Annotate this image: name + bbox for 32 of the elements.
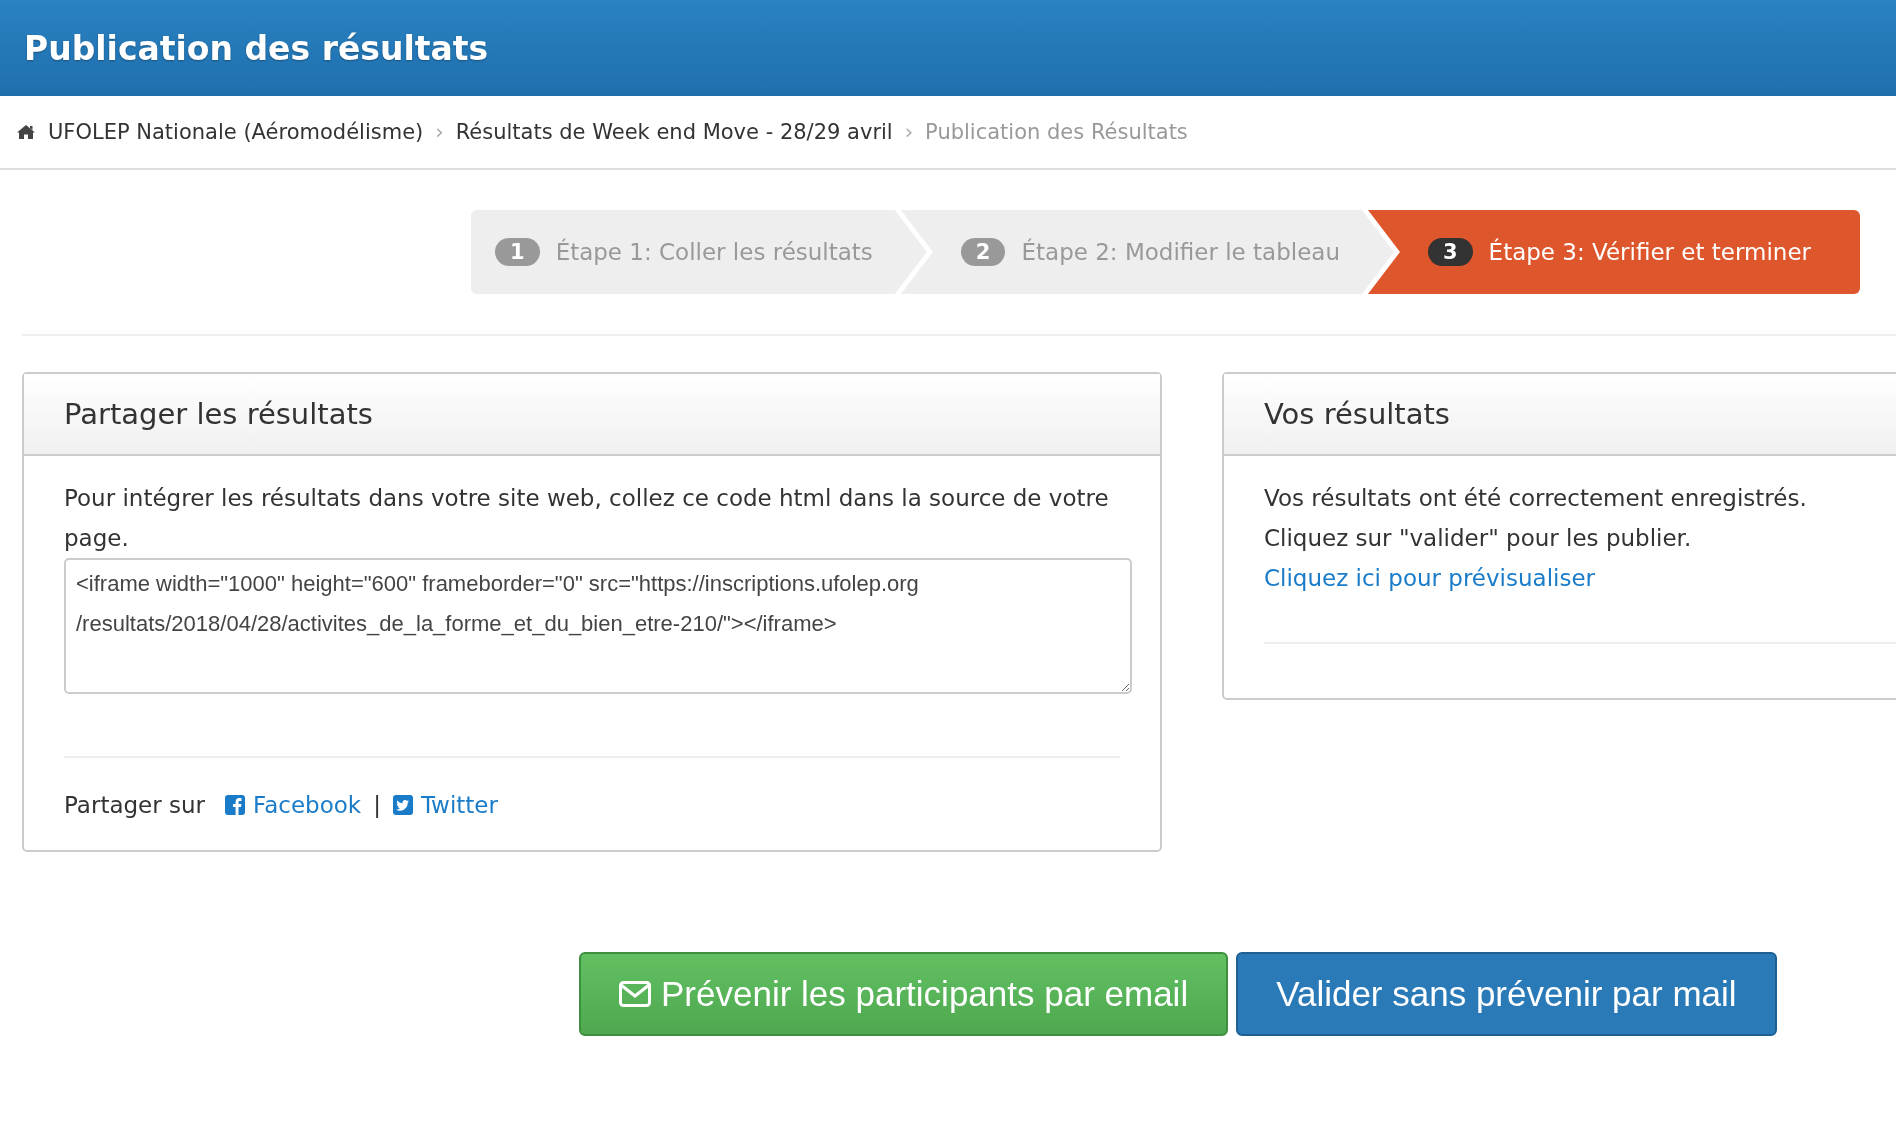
notify-button[interactable]: Prévenir les participants par email — [579, 952, 1229, 1036]
link-separator: | — [373, 792, 381, 818]
breadcrumb-item: Publication des Résultats — [925, 120, 1188, 144]
panel-title: Vos résultats — [1264, 397, 1450, 431]
step-number: 2 — [960, 238, 1006, 266]
step-label: Étape 3: Vérifier et terminer — [1488, 239, 1812, 265]
step-number: 1 — [495, 238, 540, 266]
share-link[interactable]: Facebook — [253, 792, 362, 818]
page-title: Publication des résultats — [24, 28, 489, 68]
status-text: Cliquez sur "valider" pour les publier. — [1264, 524, 1693, 553]
breadcrumb-item[interactable]: Résultats de Week end Move - 28/29 avril — [455, 120, 893, 144]
share-link[interactable]: Twitter — [420, 792, 498, 818]
step-label: Étape 1: Coller les résultats — [555, 239, 873, 265]
status-text: Vos résultats ont été correctement enregistrés. — [1264, 484, 1808, 513]
facebook-icon — [225, 795, 246, 815]
validate-button[interactable]: Valider sans prévenir par mail — [1236, 952, 1777, 1036]
panel-title: Partager les résultats — [64, 397, 373, 431]
breadcrumb-separator: › — [904, 120, 914, 144]
share-label: Partager sur — [64, 792, 206, 818]
breadcrumb-separator: › — [435, 120, 444, 144]
step-label: Étape 2: Modifier le tableau — [1021, 239, 1340, 265]
wizard-step[interactable]: 1 Étape 1: Coller les résultats — [471, 210, 927, 294]
wizard-step[interactable]: 2 Étape 2: Modifier le tableau — [900, 210, 1394, 294]
step-number: 3 — [1428, 238, 1473, 266]
home-icon — [16, 124, 36, 140]
instruction-text: Pour intégrer les résultats dans votre site web, collez ce code html dans la source de votre page. — [64, 484, 1110, 553]
bird-icon — [392, 795, 413, 815]
envelope-icon — [619, 981, 651, 1007]
wizard-step[interactable]: 3 Étape 3: Vérifier et terminer — [1368, 210, 1860, 294]
breadcrumb-item[interactable]: UFOLEP Nationale (Aéromodélisme) — [48, 120, 424, 144]
code-field[interactable]: <iframe width="1000" height="600" frameborder="0" src="https://inscriptions.ufolep.org /resultats/2018/04/28/activites_de_la_forme_et_du_bien_etre-210/"></iframe> — [64, 558, 1132, 694]
preview-link[interactable]: Cliquez ici pour prévisualiser — [1264, 558, 1896, 598]
